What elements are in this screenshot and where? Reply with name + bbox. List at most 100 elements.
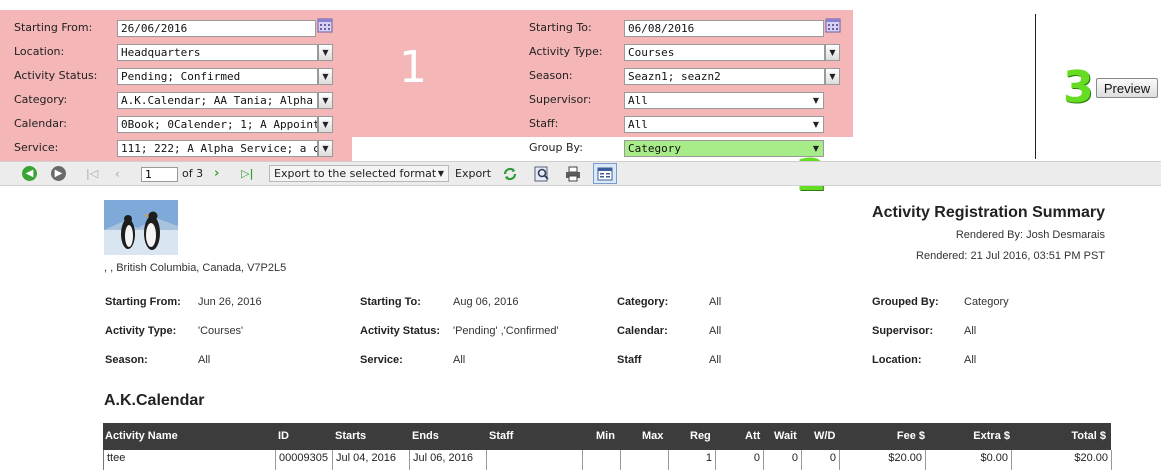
page-number-input[interactable]	[141, 167, 178, 182]
column-header: Total $	[1071, 430, 1106, 442]
calendar-field[interactable]: 0Book; 0Calender; 1; A Appoint; A C	[117, 116, 318, 133]
forward-icon[interactable]: ▶	[51, 166, 66, 181]
export-format-value: Export to the selected format	[274, 167, 437, 180]
column-header: Max	[642, 430, 664, 442]
calendar-icon[interactable]	[317, 17, 333, 33]
last-page-icon[interactable]: ▷|	[241, 165, 253, 183]
calendar-label: Calendar:	[14, 117, 67, 130]
calendar-dropdown-button[interactable]: ▼	[318, 116, 333, 133]
criteria-value: All	[198, 354, 211, 366]
table-cell: 0	[716, 450, 764, 470]
back-icon[interactable]: ◀	[22, 166, 37, 181]
chevron-down-icon: ▼	[812, 120, 819, 129]
callout-number-1: 1	[399, 42, 427, 93]
table-cell: Jul 04, 2016	[333, 450, 410, 470]
table-row: ttee 00009305 Jul 04, 2016 Jul 06, 2016 …	[103, 450, 1112, 470]
page-layout-icon	[597, 167, 613, 181]
group-by-select-value: Category	[628, 142, 681, 155]
chevron-down-icon: ▼	[812, 96, 819, 105]
column-header: Staff	[489, 430, 514, 442]
criteria-label: Staff	[617, 354, 642, 366]
group-heading: A.K.Calendar	[104, 392, 205, 409]
criteria-value: All	[453, 354, 466, 366]
page-count-label: of 3	[182, 167, 204, 180]
organization-logo	[104, 200, 178, 255]
criteria-label: Location:	[872, 354, 922, 366]
supervisor-label: Supervisor:	[529, 93, 592, 106]
service-label: Service:	[14, 141, 59, 154]
previous-page-icon[interactable]: ‹	[115, 165, 120, 183]
next-page-icon[interactable]: ›	[214, 165, 219, 183]
starting-from-input[interactable]: 26/06/2016	[117, 20, 316, 37]
criteria-value: Category	[964, 296, 1009, 308]
organization-address: , , British Columbia, Canada, V7P2L5	[104, 262, 287, 274]
rendered-by: Rendered By: Josh Desmarais	[955, 229, 1105, 241]
criteria-value: All	[964, 354, 977, 366]
group-by-label: Group By:	[529, 141, 583, 154]
staff-select-value: All	[628, 118, 648, 131]
supervisor-select[interactable]: All ▼	[624, 92, 824, 109]
column-header: W/D	[814, 430, 836, 442]
location-field[interactable]: Headquarters	[117, 44, 318, 61]
table-cell: 0	[802, 450, 840, 470]
season-dropdown-button[interactable]: ▼	[825, 68, 840, 85]
starting-to-input[interactable]: 06/08/2016	[624, 20, 824, 37]
criteria-label: Starting To:	[360, 296, 421, 308]
page-layout-toggle[interactable]	[593, 163, 617, 184]
preview-button[interactable]: Preview	[1096, 78, 1158, 98]
season-field[interactable]: Seazn1; seazn2	[624, 68, 825, 85]
activity-type-field[interactable]: Courses	[624, 44, 825, 61]
service-dropdown-button[interactable]: ▼	[318, 140, 333, 157]
category-field[interactable]: A.K.Calendar; AA Tania; Alpha Regre	[117, 92, 318, 109]
column-header: Ends	[412, 430, 439, 442]
export-format-select[interactable]: Export to the selected format ▼	[269, 165, 449, 182]
table-cell: Jul 06, 2016	[410, 450, 487, 470]
chevron-down-icon: ▼	[829, 72, 836, 81]
location-dropdown-button[interactable]: ▼	[318, 44, 333, 61]
column-header: Fee $	[896, 430, 925, 442]
criteria-label: Activity Type:	[105, 325, 177, 337]
calendar-icon[interactable]	[825, 17, 841, 33]
activity-status-field[interactable]: Pending; Confirmed	[117, 68, 318, 85]
season-label: Season:	[529, 69, 573, 82]
category-dropdown-button[interactable]: ▼	[318, 92, 333, 109]
criteria-label: Category:	[617, 296, 669, 308]
criteria-label: Supervisor:	[872, 325, 934, 337]
staff-label: Staff:	[529, 117, 559, 130]
report-title: Activity Registration Summary	[872, 204, 1105, 221]
criteria-label: Activity Status:	[360, 325, 441, 337]
group-by-select[interactable]: Category ▼	[624, 140, 824, 157]
table-cell: $0.00	[926, 450, 1012, 470]
table-cell	[487, 450, 583, 470]
staff-select[interactable]: All ▼	[624, 116, 824, 133]
criteria-label: Service:	[360, 354, 403, 366]
find-icon[interactable]	[533, 165, 551, 183]
first-page-icon[interactable]: |◁	[86, 165, 98, 183]
column-header: Reg	[690, 430, 711, 442]
table-cell: ttee	[104, 450, 276, 470]
table-cell: 0	[764, 450, 802, 470]
criteria-label: Calendar:	[617, 325, 668, 337]
chevron-down-icon: ▼	[322, 144, 329, 153]
rendered-at: Rendered: 21 Jul 2016, 03:51 PM PST	[916, 250, 1105, 262]
activity-type-dropdown-button[interactable]: ▼	[825, 44, 840, 61]
callout-number-3: 3	[1063, 62, 1094, 113]
activity-status-dropdown-button[interactable]: ▼	[318, 68, 333, 85]
criteria-value: All	[709, 325, 722, 337]
activity-status-label: Activity Status:	[14, 69, 98, 82]
print-icon[interactable]	[564, 165, 582, 183]
chevron-down-icon: ▼	[322, 120, 329, 129]
panel-divider	[1035, 14, 1036, 159]
category-label: Category:	[14, 93, 68, 106]
refresh-icon[interactable]	[501, 165, 519, 183]
starting-to-label: Starting To:	[529, 21, 592, 34]
table-cell: 1	[669, 450, 716, 470]
location-label: Location:	[14, 45, 65, 58]
column-header: Extra $	[973, 430, 1010, 442]
chevron-down-icon: ▼	[322, 96, 329, 105]
column-header: Starts	[335, 430, 367, 442]
chevron-down-icon: ▼	[437, 169, 444, 178]
export-link[interactable]: Export	[455, 165, 491, 183]
table-cell: $20.00	[840, 450, 926, 470]
service-field[interactable]: 111; 222; A Alpha Service; a course	[117, 140, 318, 157]
